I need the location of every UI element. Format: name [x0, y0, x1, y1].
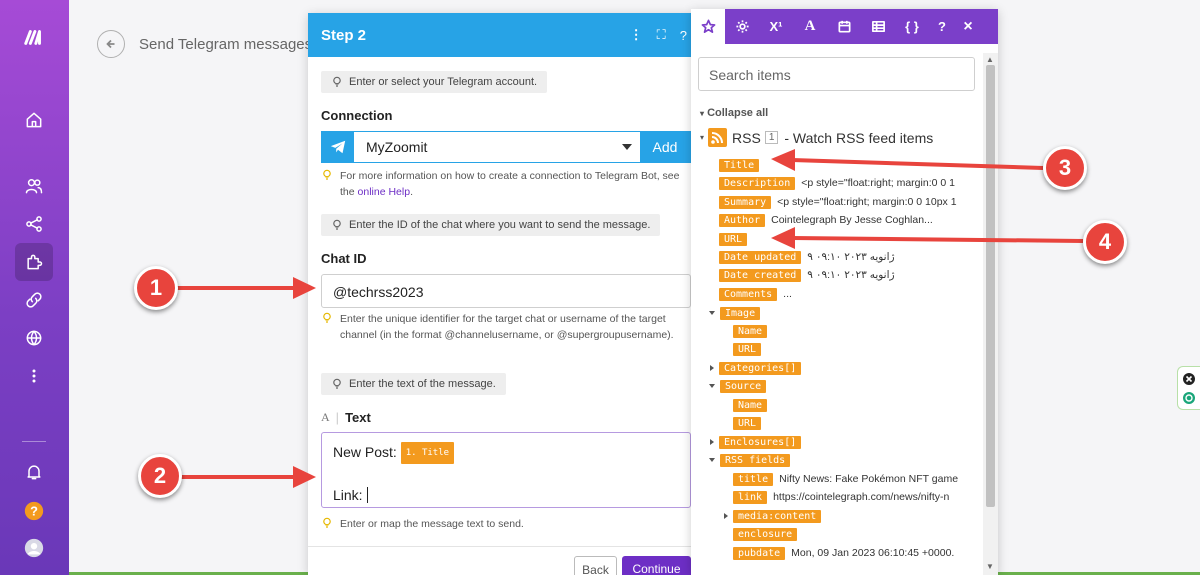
lightbulb-icon: [323, 517, 331, 528]
connection-select[interactable]: MyZoomit Add: [321, 131, 691, 163]
tree-item-url[interactable]: URL: [719, 231, 753, 247]
share-icon[interactable]: [15, 205, 53, 243]
tree-item-image-url[interactable]: URL: [733, 341, 767, 357]
text-field-label: A | Text: [321, 410, 371, 425]
annotation-marker-4: 4: [1083, 220, 1127, 264]
tree-item-date-updated[interactable]: Date updated ۹ ژانویه ۲۰۲۳ ۰۹:۱۰: [719, 249, 895, 265]
home-icon[interactable]: [15, 101, 53, 139]
tree-item-source[interactable]: Source: [709, 378, 772, 394]
lightbulb-icon: [323, 169, 331, 180]
panel-title: Step 2: [321, 26, 367, 44]
message-text-input[interactable]: New Post: 1. Title Link:: [321, 432, 691, 508]
help-icon[interactable]: ?: [15, 492, 53, 530]
rss-module-node[interactable]: ▾ RSS 1 - Watch RSS feed items: [700, 128, 933, 147]
app-sidebar: ?: [0, 0, 69, 575]
more-vertical-icon[interactable]: [15, 357, 53, 395]
text-type-icon: A: [321, 410, 330, 424]
annotation-marker-2: 2: [138, 454, 182, 498]
link-icon[interactable]: [15, 281, 53, 319]
tree-item-media-content[interactable]: media:content: [724, 508, 827, 524]
annotation-marker-3: 3: [1043, 146, 1087, 190]
help-icon[interactable]: ?: [929, 9, 955, 44]
picker-scrollbar[interactable]: ▲ ▼: [983, 53, 998, 575]
lightbulb-icon: [333, 378, 341, 389]
svg-text:?: ?: [30, 504, 38, 519]
connection-help: For more information on how to create a …: [321, 168, 681, 200]
telegram-icon: [322, 132, 354, 162]
tree-item-summary[interactable]: Summary <p style="float:right; margin:0 0…: [719, 194, 957, 210]
panel-header: Step 2 ⋮ ⛶ ?: [308, 13, 691, 57]
tree-item-title[interactable]: Title: [719, 157, 765, 173]
hint-account: Enter or select your Telegram account.: [321, 71, 548, 93]
tree-item-rss-fields[interactable]: RSS fields: [709, 452, 796, 468]
expand-icon[interactable]: ⛶: [657, 27, 666, 43]
panel-footer-divider: [308, 546, 691, 547]
scroll-thumb[interactable]: [986, 65, 995, 507]
tree-item-pubdate[interactable]: pubdate Mon, 09 Jan 2023 06:10:45 +0000.: [733, 545, 954, 561]
search-items-input[interactable]: Search items: [698, 57, 975, 91]
extension-widget[interactable]: [1177, 366, 1200, 410]
picker-tabs: X¹ A { } ? ×: [691, 9, 998, 44]
make-logo-icon[interactable]: [15, 18, 53, 56]
tree-item-image[interactable]: Image: [709, 305, 766, 321]
bell-icon[interactable]: [15, 453, 53, 491]
tree-item-comments[interactable]: Comments...: [719, 286, 792, 302]
mapped-title-pill[interactable]: 1. Title: [400, 442, 455, 465]
tree-item-image-name[interactable]: Name: [733, 323, 773, 339]
superscript-icon[interactable]: X¹: [759, 9, 793, 44]
team-icon[interactable]: [15, 167, 53, 205]
tree-item-rss-link[interactable]: link https://cointelegraph.com/news/nifty…: [733, 489, 949, 505]
continue-button[interactable]: Continue: [622, 556, 691, 575]
connection-label: Connection: [321, 108, 393, 123]
text-help: Enter or map the message text to send.: [321, 516, 681, 532]
back-button[interactable]: Back: [574, 556, 617, 575]
arrow-left-icon: [106, 39, 115, 49]
connection-value[interactable]: MyZoomit: [354, 132, 640, 162]
chat-id-input[interactable]: @techrss2023: [321, 274, 691, 308]
chat-id-help: Enter the unique identifier for the targ…: [321, 311, 681, 343]
close-icon[interactable]: ×: [955, 9, 981, 44]
help-icon[interactable]: ?: [680, 28, 687, 43]
chevron-down-icon: [622, 144, 632, 150]
annotation-marker-1: 1: [134, 266, 178, 310]
tree-item-author[interactable]: Author Cointelegraph By Jesse Coghlan...: [719, 212, 933, 228]
tree-item-date-created[interactable]: Date created ۹ ژانویه ۲۰۲۳ ۰۹:۱۰: [719, 267, 895, 283]
scenario-title: Send Telegram messages: [139, 36, 313, 53]
more-vertical-icon[interactable]: ⋮: [630, 27, 643, 43]
tree-item-rss-title[interactable]: title Nifty News: Fake Pokémon NFT game: [733, 471, 958, 487]
gear-icon[interactable]: [725, 9, 759, 44]
lightbulb-icon: [323, 312, 331, 323]
table-icon[interactable]: [861, 9, 895, 44]
online-help-link[interactable]: online Help: [358, 186, 411, 198]
tree-item-source-url[interactable]: URL: [733, 415, 767, 431]
chat-id-label: Chat ID: [321, 251, 367, 266]
tree-item-enclosures[interactable]: Enclosures[]: [710, 434, 807, 450]
lightbulb-icon: [333, 76, 341, 87]
calendar-icon[interactable]: [827, 9, 861, 44]
sidebar-divider: [22, 441, 46, 442]
rss-icon: [708, 128, 728, 147]
braces-icon[interactable]: { }: [895, 9, 929, 44]
tree-item-categories[interactable]: Categories[]: [710, 360, 807, 376]
module-settings-panel: Step 2 ⋮ ⛶ ? Enter or select your Telegr…: [308, 13, 691, 575]
module-number: 1: [764, 131, 779, 144]
puzzle-icon[interactable]: [15, 243, 53, 281]
hint-text: Enter the text of the message.: [321, 373, 506, 395]
tree-item-enclosure[interactable]: enclosure: [733, 526, 803, 542]
lightbulb-icon: [333, 219, 341, 230]
back-arrow-button[interactable]: [97, 30, 125, 58]
tree-item-description[interactable]: Description <p style="float:right; margin…: [719, 175, 955, 191]
mapping-picker: X¹ A { } ? × Search items ▾ Collapse all…: [691, 9, 998, 575]
add-connection-button[interactable]: Add: [640, 132, 690, 162]
text-icon[interactable]: A: [793, 9, 827, 44]
collapse-all-toggle[interactable]: ▾ Collapse all: [700, 107, 768, 119]
star-icon[interactable]: [691, 9, 725, 44]
hint-chat: Enter the ID of the chat where you want …: [321, 214, 661, 236]
user-avatar-icon[interactable]: [15, 529, 53, 567]
tree-item-source-name[interactable]: Name: [733, 397, 773, 413]
globe-icon[interactable]: [15, 319, 53, 357]
